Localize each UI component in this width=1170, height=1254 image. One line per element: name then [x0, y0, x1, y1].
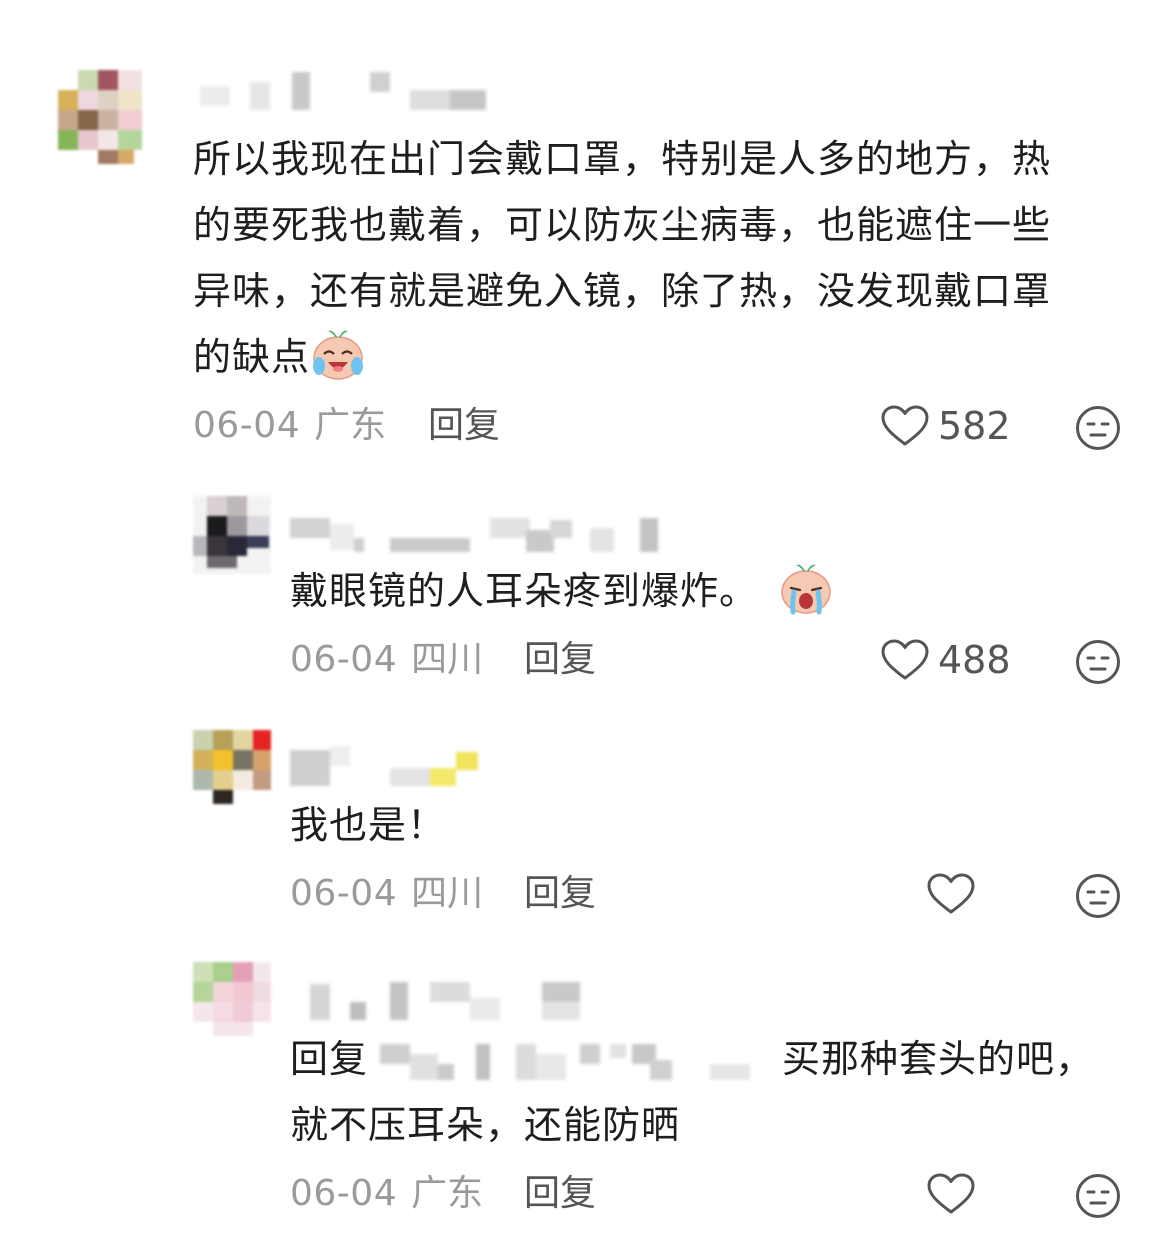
comment-date: 06-04 — [290, 639, 398, 680]
comment-text: 所以我现在出门会戴口罩，特别是人多的地方，热 的要死我也戴着，可以防灰尘病毒，也… — [193, 126, 1051, 390]
avatar[interactable] — [193, 496, 271, 574]
comment-text-fragment: 戴眼镜的人耳朵疼到爆炸。 — [290, 569, 759, 613]
avatar[interactable] — [193, 962, 271, 1040]
heart-outline-icon — [881, 405, 929, 446]
neutral-face-icon[interactable] — [1074, 1172, 1122, 1220]
comment-text: 回复 买那种套头的吧， 就不压耳朵，还能防晒 — [290, 1026, 1094, 1158]
username-redacted[interactable] — [290, 746, 490, 790]
heart-outline-icon — [927, 873, 975, 914]
username-redacted[interactable] — [290, 514, 670, 558]
comment-text-line: 戴眼镜的人耳朵疼到爆炸。 — [290, 558, 834, 624]
comment-location: 广东 — [411, 1173, 484, 1214]
comment-text-fragment: 的缺点 — [193, 335, 311, 379]
comment-text-line: 就不压耳朵，还能防晒 — [290, 1103, 681, 1147]
reply-button[interactable]: 回复 — [524, 638, 596, 682]
reply-button[interactable]: 回复 — [524, 872, 596, 916]
comment-location: 四川 — [411, 873, 484, 914]
comment-date: 06-04 — [290, 873, 398, 914]
crying-laughing-face-emoji — [313, 330, 364, 380]
username-redacted[interactable] — [200, 70, 490, 114]
like-button[interactable] — [926, 1172, 976, 1216]
neutral-face-icon[interactable] — [1074, 404, 1122, 452]
comment-text-line: 所以我现在出门会戴口罩，特别是人多的地方，热 — [193, 137, 1052, 181]
comment-text-line: 的缺点 — [193, 324, 1051, 390]
username-redacted[interactable] — [290, 980, 590, 1024]
reply-prefix: 回复 — [290, 1037, 369, 1081]
comment-text-line: 异味，还有就是避免入镜，除了热，没发现戴口罩 — [193, 269, 1052, 313]
crying-face-emoji — [781, 564, 831, 614]
like-count: 582 — [938, 404, 1011, 448]
comment-location: 四川 — [411, 639, 484, 680]
heart-outline-icon — [881, 639, 929, 680]
avatar[interactable] — [193, 730, 271, 808]
comment-date: 06-04 — [193, 405, 301, 446]
like-button[interactable]: 582 — [880, 404, 1011, 448]
comment-text-line: 的要死我也戴着，可以防灰尘病毒，也能遮住一些 — [193, 203, 1052, 247]
comment-text-fragment: 买那种套头的吧， — [782, 1037, 1095, 1081]
comment-meta: 06-04 四川 — [290, 872, 483, 916]
comment-date: 06-04 — [290, 1173, 398, 1214]
like-button[interactable]: 488 — [880, 638, 1011, 682]
comment-text-line: 回复 买那种套头的吧， — [290, 1026, 1094, 1092]
reply-button[interactable]: 回复 — [524, 1172, 596, 1216]
comment-meta: 06-04 广东 — [193, 404, 386, 448]
like-count: 488 — [938, 638, 1011, 682]
heart-outline-icon — [927, 1173, 975, 1214]
neutral-face-icon[interactable] — [1074, 872, 1122, 920]
neutral-face-icon[interactable] — [1074, 638, 1122, 686]
comment-text: 戴眼镜的人耳朵疼到爆炸。 — [290, 558, 834, 624]
avatar[interactable] — [50, 68, 146, 164]
reply-button[interactable]: 回复 — [428, 404, 500, 448]
like-button[interactable] — [926, 872, 976, 916]
comment-meta: 06-04 四川 — [290, 638, 483, 682]
comment-text-line: 我也是！ — [290, 803, 447, 847]
comment-meta: 06-04 广东 — [290, 1172, 483, 1216]
comment-location: 广东 — [314, 405, 387, 446]
mentioned-username-redacted[interactable] — [380, 1040, 770, 1084]
comment-text: 我也是！ — [290, 792, 446, 858]
